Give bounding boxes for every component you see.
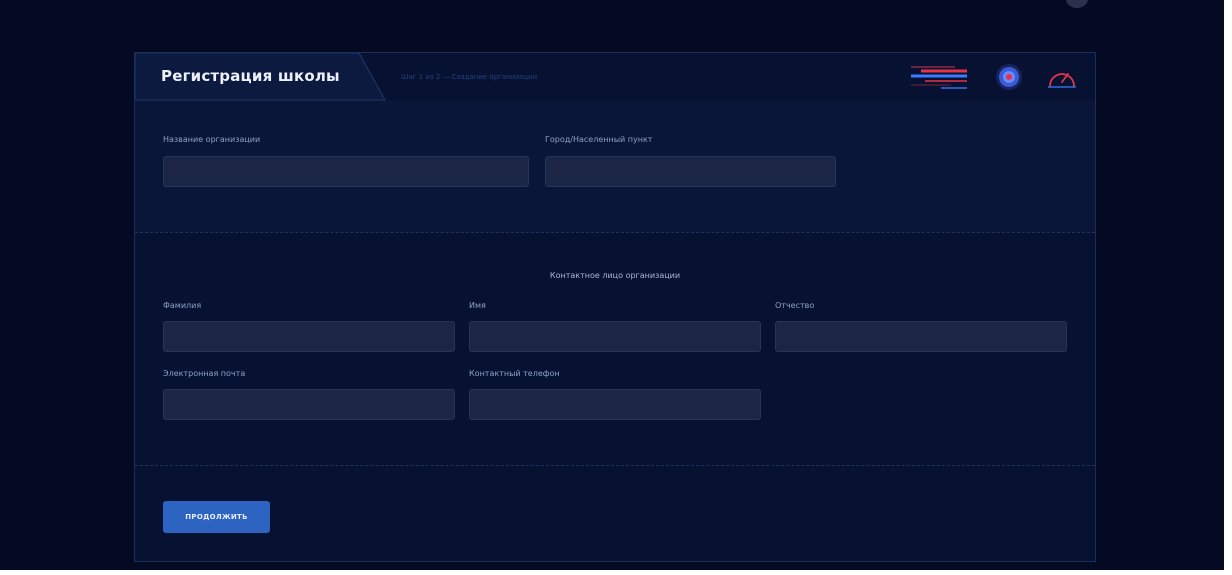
registration-card: Регистрация школы Шаг 1 из 2 — Создание … (134, 52, 1096, 562)
last-name-input[interactable] (163, 321, 455, 352)
speedometer-icon[interactable] (1047, 65, 1077, 89)
first-name-input[interactable] (469, 321, 761, 352)
page-title: Регистрация школы (161, 67, 340, 85)
corner-decoration (1066, 0, 1088, 8)
city-label: Город/Населенный пункт (545, 135, 653, 144)
first-name-label: Имя (469, 301, 486, 310)
organization-name-input[interactable] (163, 156, 529, 187)
phone-input[interactable] (469, 389, 761, 420)
continue-button[interactable]: ПРОДОЛЖИТЬ (163, 501, 270, 533)
hamburger-menu-icon[interactable] (911, 64, 971, 90)
contact-heading: Контактное лицо организации (549, 271, 681, 280)
email-input[interactable] (163, 389, 455, 420)
patronymic-input[interactable] (775, 321, 1067, 352)
app-viewport: Регистрация школы Шаг 1 из 2 — Создание … (0, 0, 1224, 570)
patronymic-label: Отчество (775, 301, 815, 310)
city-input[interactable] (545, 156, 836, 187)
email-label: Электронная почта (163, 369, 246, 378)
section-divider-top (135, 232, 1095, 233)
last-name-label: Фамилия (163, 301, 202, 310)
title-tab: Регистрация школы (135, 53, 386, 101)
phone-label: Контактный телефон (469, 369, 560, 378)
organization-name-label: Название организации (163, 135, 261, 144)
step-indicator: Шаг 1 из 2 — Создание организации (401, 73, 538, 81)
section-divider-bottom (135, 465, 1095, 466)
header-icons (911, 63, 1077, 91)
profile-avatar-icon[interactable] (995, 63, 1023, 91)
